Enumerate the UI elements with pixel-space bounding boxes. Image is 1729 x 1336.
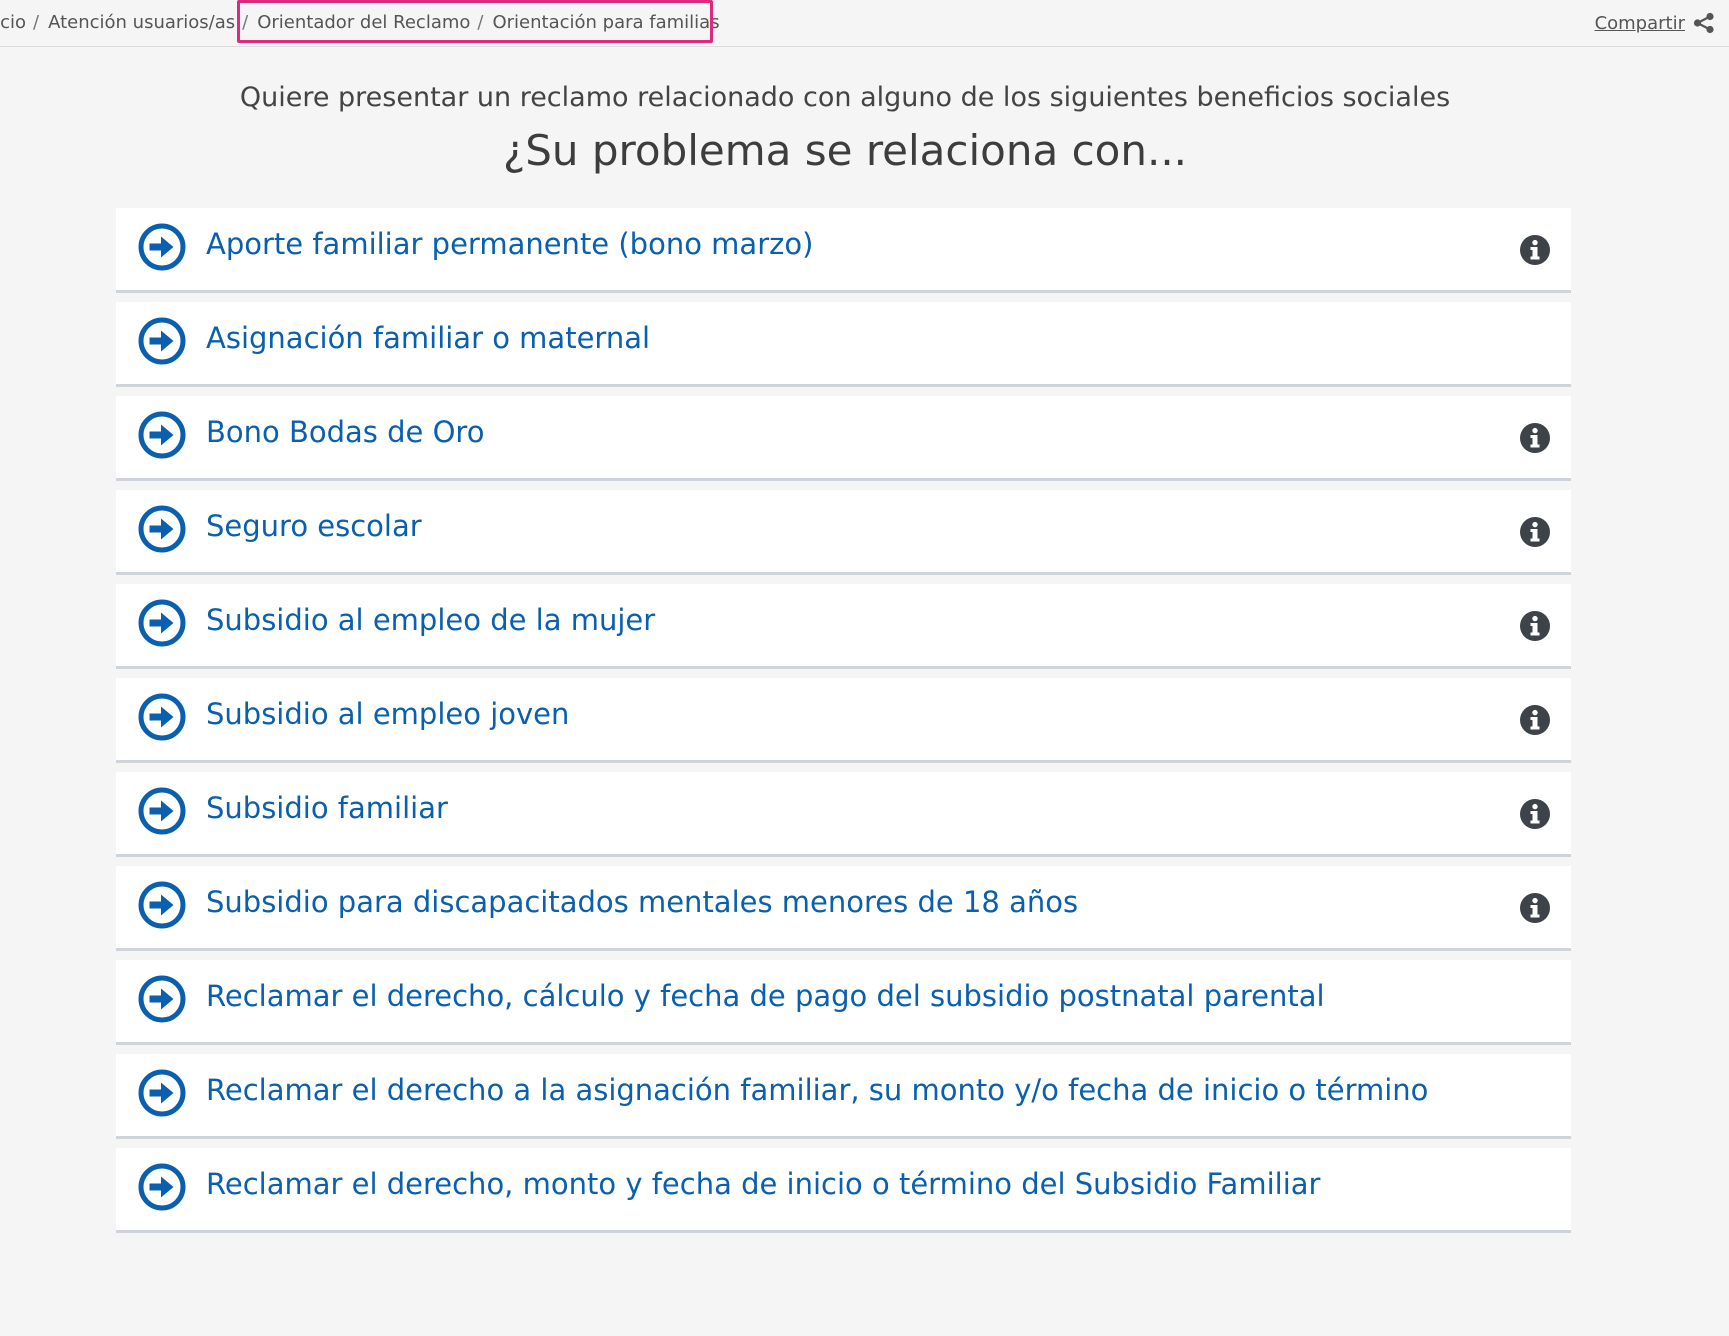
benefit-option-label: Subsidio para discapacitados mentales me… xyxy=(206,885,1079,919)
benefit-option-label: Reclamar el derecho a la asignación fami… xyxy=(206,1073,1429,1107)
benefit-option-label: Bono Bodas de Oro xyxy=(206,415,485,449)
benefit-option[interactable]: Asignación familiar o maternal xyxy=(116,302,1571,387)
arrow-right-circle-icon xyxy=(137,410,187,460)
benefit-option-label: Subsidio al empleo joven xyxy=(206,697,570,731)
breadcrumb-separator: / xyxy=(242,12,249,33)
breadcrumb-bar: Inicio / Atención usuarios/as / Orientador d… xyxy=(0,0,1729,47)
benefit-options-list: Aporte familiar permanente (bono marzo) … xyxy=(116,208,1571,1242)
benefit-option-label: Aporte familiar permanente (bono marzo) xyxy=(206,227,814,261)
benefit-option[interactable]: Subsidio para discapacitados mentales me… xyxy=(116,866,1571,951)
breadcrumb-item-atencion-usuarios[interactable]: Atención usuarios/as xyxy=(48,12,235,33)
breadcrumb-item-orientacion-familias: Orientación para familias xyxy=(492,12,720,33)
arrow-right-circle-icon xyxy=(137,786,187,836)
page-title: ¿Su problema se relaciona con... xyxy=(502,126,1188,175)
benefit-option-label: Subsidio al empleo de la mujer xyxy=(206,603,656,637)
benefit-option-label: Asignación familiar o maternal xyxy=(206,321,651,355)
breadcrumb-separator: / xyxy=(477,12,484,33)
breadcrumb-item-inicio[interactable]: Inicio xyxy=(0,12,26,33)
benefit-option[interactable]: Bono Bodas de Oro xyxy=(116,396,1571,481)
arrow-right-circle-icon xyxy=(137,1068,187,1118)
info-icon[interactable] xyxy=(1519,610,1551,642)
breadcrumb-separator: / xyxy=(33,12,40,33)
info-icon[interactable] xyxy=(1519,892,1551,924)
benefit-option[interactable]: Aporte familiar permanente (bono marzo) xyxy=(116,208,1571,293)
info-icon[interactable] xyxy=(1519,422,1551,454)
arrow-right-circle-icon xyxy=(137,598,187,648)
info-icon[interactable] xyxy=(1519,704,1551,736)
info-icon[interactable] xyxy=(1519,516,1551,548)
share-icon xyxy=(1693,12,1715,34)
benefit-option[interactable]: Reclamar el derecho a la asignación fami… xyxy=(116,1054,1571,1139)
share-button[interactable]: Compartir xyxy=(1595,12,1715,34)
arrow-right-circle-icon xyxy=(137,504,187,554)
arrow-right-circle-icon xyxy=(137,316,187,366)
benefit-option[interactable]: Seguro escolar xyxy=(116,490,1571,575)
benefit-option-label: Seguro escolar xyxy=(206,509,422,543)
arrow-right-circle-icon xyxy=(137,222,187,272)
arrow-right-circle-icon xyxy=(137,974,187,1024)
breadcrumb-item-orientador-reclamo[interactable]: Orientador del Reclamo xyxy=(257,12,470,33)
benefit-option-label: Reclamar el derecho, cálculo y fecha de … xyxy=(206,979,1325,1013)
benefit-option[interactable]: Subsidio al empleo de la mujer xyxy=(116,584,1571,669)
benefit-option[interactable]: Subsidio familiar xyxy=(116,772,1571,857)
benefit-option-label: Reclamar el derecho, monto y fecha de in… xyxy=(206,1167,1321,1201)
info-icon[interactable] xyxy=(1519,234,1551,266)
arrow-right-circle-icon xyxy=(137,692,187,742)
intro-text: Quiere presentar un reclamo relacionado … xyxy=(239,82,1451,113)
arrow-right-circle-icon xyxy=(137,1162,187,1212)
benefit-option[interactable]: Reclamar el derecho, cálculo y fecha de … xyxy=(116,960,1571,1045)
breadcrumb: Inicio / Atención usuarios/as / Orientador d… xyxy=(0,12,720,33)
benefit-option-label: Subsidio familiar xyxy=(206,791,448,825)
arrow-right-circle-icon xyxy=(137,880,187,930)
benefit-option[interactable]: Reclamar el derecho, monto y fecha de in… xyxy=(116,1148,1571,1233)
benefit-option[interactable]: Subsidio al empleo joven xyxy=(116,678,1571,763)
share-label: Compartir xyxy=(1594,12,1685,34)
info-icon[interactable] xyxy=(1519,798,1551,830)
